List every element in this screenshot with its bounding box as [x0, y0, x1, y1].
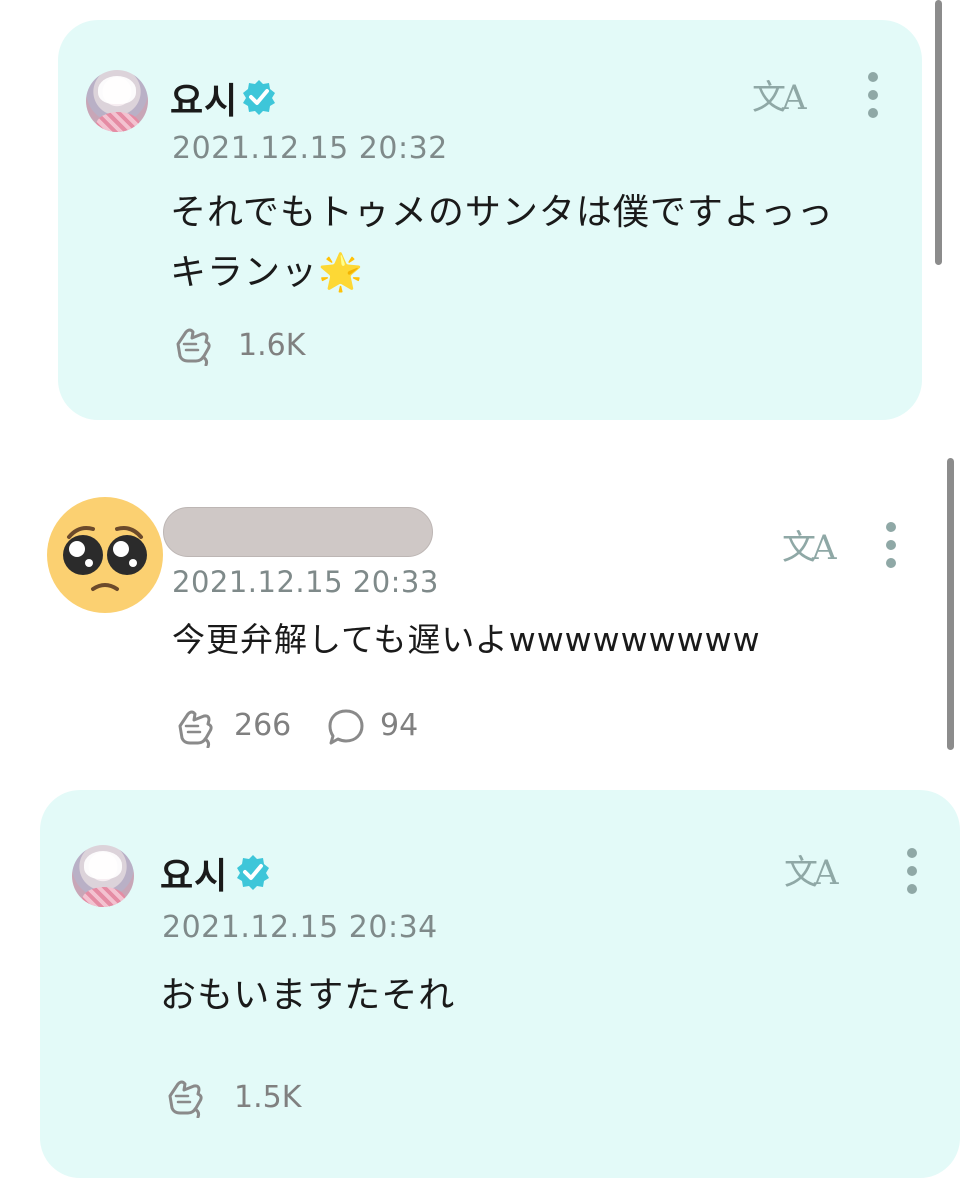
- cheer-hand-icon[interactable]: [162, 1076, 208, 1118]
- comment-bubble-icon[interactable]: [326, 707, 366, 747]
- scrollbar-middle[interactable]: [947, 458, 954, 750]
- glowing-star-emoji: 🌟: [318, 252, 364, 293]
- post-timestamp: 2021.12.15 20:34: [162, 910, 438, 945]
- translate-icon[interactable]: 文A: [752, 70, 807, 119]
- author-name[interactable]: 요시: [160, 847, 228, 899]
- translate-icon[interactable]: 文A: [782, 520, 837, 569]
- post-timestamp: 2021.12.15 20:33: [172, 565, 439, 599]
- avatar[interactable]: [86, 70, 148, 132]
- verified-badge-icon: [237, 855, 269, 890]
- post-text-line: それでもトゥメのサンタは僕ですよっっ: [170, 192, 834, 233]
- redacted-author-name: [163, 507, 433, 557]
- more-vertical-icon[interactable]: [868, 72, 880, 126]
- post-text-line: 今更弁解しても遅いよwwwwwwwww: [172, 620, 761, 659]
- author-name[interactable]: 요시: [170, 72, 238, 124]
- cheer-hand-icon[interactable]: [170, 324, 216, 366]
- post-text-line: おもいますたそれ: [160, 975, 456, 1016]
- comment-count: 94: [380, 708, 419, 743]
- scrollbar-top[interactable]: [935, 0, 942, 265]
- more-vertical-icon[interactable]: [886, 522, 898, 576]
- verified-badge-icon: [243, 80, 275, 115]
- more-vertical-icon[interactable]: [907, 848, 919, 902]
- translate-icon[interactable]: 文A: [784, 845, 839, 894]
- like-count: 1.6K: [238, 328, 306, 363]
- cheer-hand-icon[interactable]: [172, 706, 218, 748]
- like-count: 266: [234, 708, 292, 743]
- post-text-line: キランッ🌟: [170, 252, 364, 293]
- like-count: 1.5K: [234, 1080, 302, 1115]
- post-timestamp: 2021.12.15 20:32: [172, 131, 448, 166]
- avatar[interactable]: [72, 845, 134, 907]
- pleading-face-emoji[interactable]: [47, 497, 163, 613]
